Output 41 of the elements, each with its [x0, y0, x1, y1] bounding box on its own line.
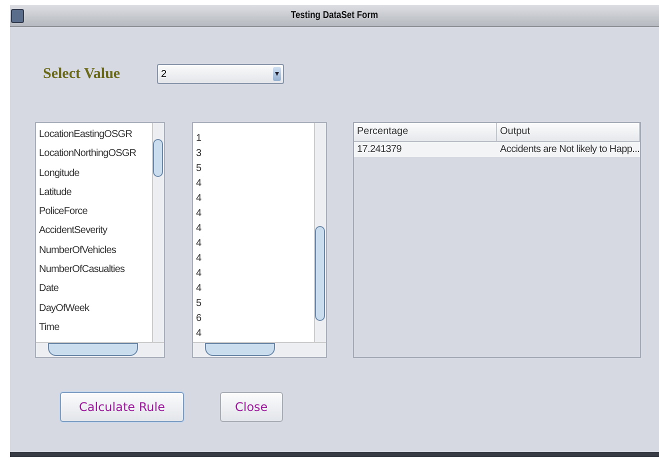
value-list[interactable]: 1 3 5 4 4 4 4 4 4 4 4 5 6 4 — [192, 122, 327, 358]
select-label: Select Value — [43, 66, 122, 82]
column-header[interactable]: Percentage — [354, 123, 497, 141]
list-item[interactable]: 4 — [193, 206, 314, 221]
horizontal-scrollbar[interactable] — [36, 342, 164, 357]
list-item[interactable]: 4 — [193, 221, 314, 236]
vertical-scrollbar[interactable] — [152, 123, 164, 342]
list-item[interactable]: 5 — [193, 296, 314, 311]
list-item[interactable]: 4 — [193, 266, 314, 281]
window-menu-icon[interactable] — [11, 8, 24, 22]
table-cell-text: 17.241379 — [356, 143, 403, 157]
list-item[interactable]: Date — [36, 279, 152, 299]
horizontal-scrollbar[interactable] — [193, 342, 326, 357]
list-item[interactable]: 6 — [193, 311, 314, 326]
list-item[interactable]: Latitude — [36, 182, 152, 202]
action-button[interactable]: Close — [220, 392, 283, 422]
value-dropdown[interactable]: 2 — [157, 64, 284, 84]
window-title: Testing DataSet Form — [290, 10, 380, 21]
list-item[interactable]: NumberOfCasualties — [36, 260, 152, 280]
list-item[interactable]: 4 — [193, 191, 314, 206]
list-item[interactable]: PoliceForce — [36, 202, 152, 222]
list-item[interactable]: 4 — [193, 236, 314, 251]
attribute-list[interactable]: LocationEastingOSGR LocationNorthingOSGR Longitude Latitude PoliceForce AccidentSeverity NumberOfVehicles NumberOfCasualties Date DayOfWeek Time — [35, 122, 165, 358]
column-header[interactable]: Output — [497, 123, 640, 141]
list-item[interactable]: 5 — [193, 161, 314, 176]
action-button[interactable]: Calculate Rule — [60, 392, 184, 422]
list-item[interactable]: Longitude — [36, 164, 152, 183]
list-item[interactable]: Time — [36, 318, 152, 338]
list-item[interactable]: 4 — [193, 281, 314, 296]
vertical-scrollbar[interactable] — [314, 123, 326, 342]
list-item[interactable]: 1 — [193, 131, 314, 146]
table-cell-text: Accidents are Not likely to Happ... — [499, 143, 640, 157]
list-item[interactable]: LocationNorthingOSGR — [36, 144, 152, 164]
list-item[interactable]: 4 — [193, 251, 314, 266]
list-item[interactable]: NumberOfVehicles — [36, 240, 152, 260]
list-item[interactable]: DayOfWeek — [36, 298, 152, 318]
list-item[interactable]: 3 — [193, 146, 314, 161]
list-item[interactable]: AccidentSeverity — [36, 221, 152, 241]
list-item[interactable]: 4 — [193, 326, 314, 341]
list-item[interactable]: LocationEastingOSGR — [36, 125, 152, 144]
list-item[interactable]: 4 — [193, 176, 314, 191]
